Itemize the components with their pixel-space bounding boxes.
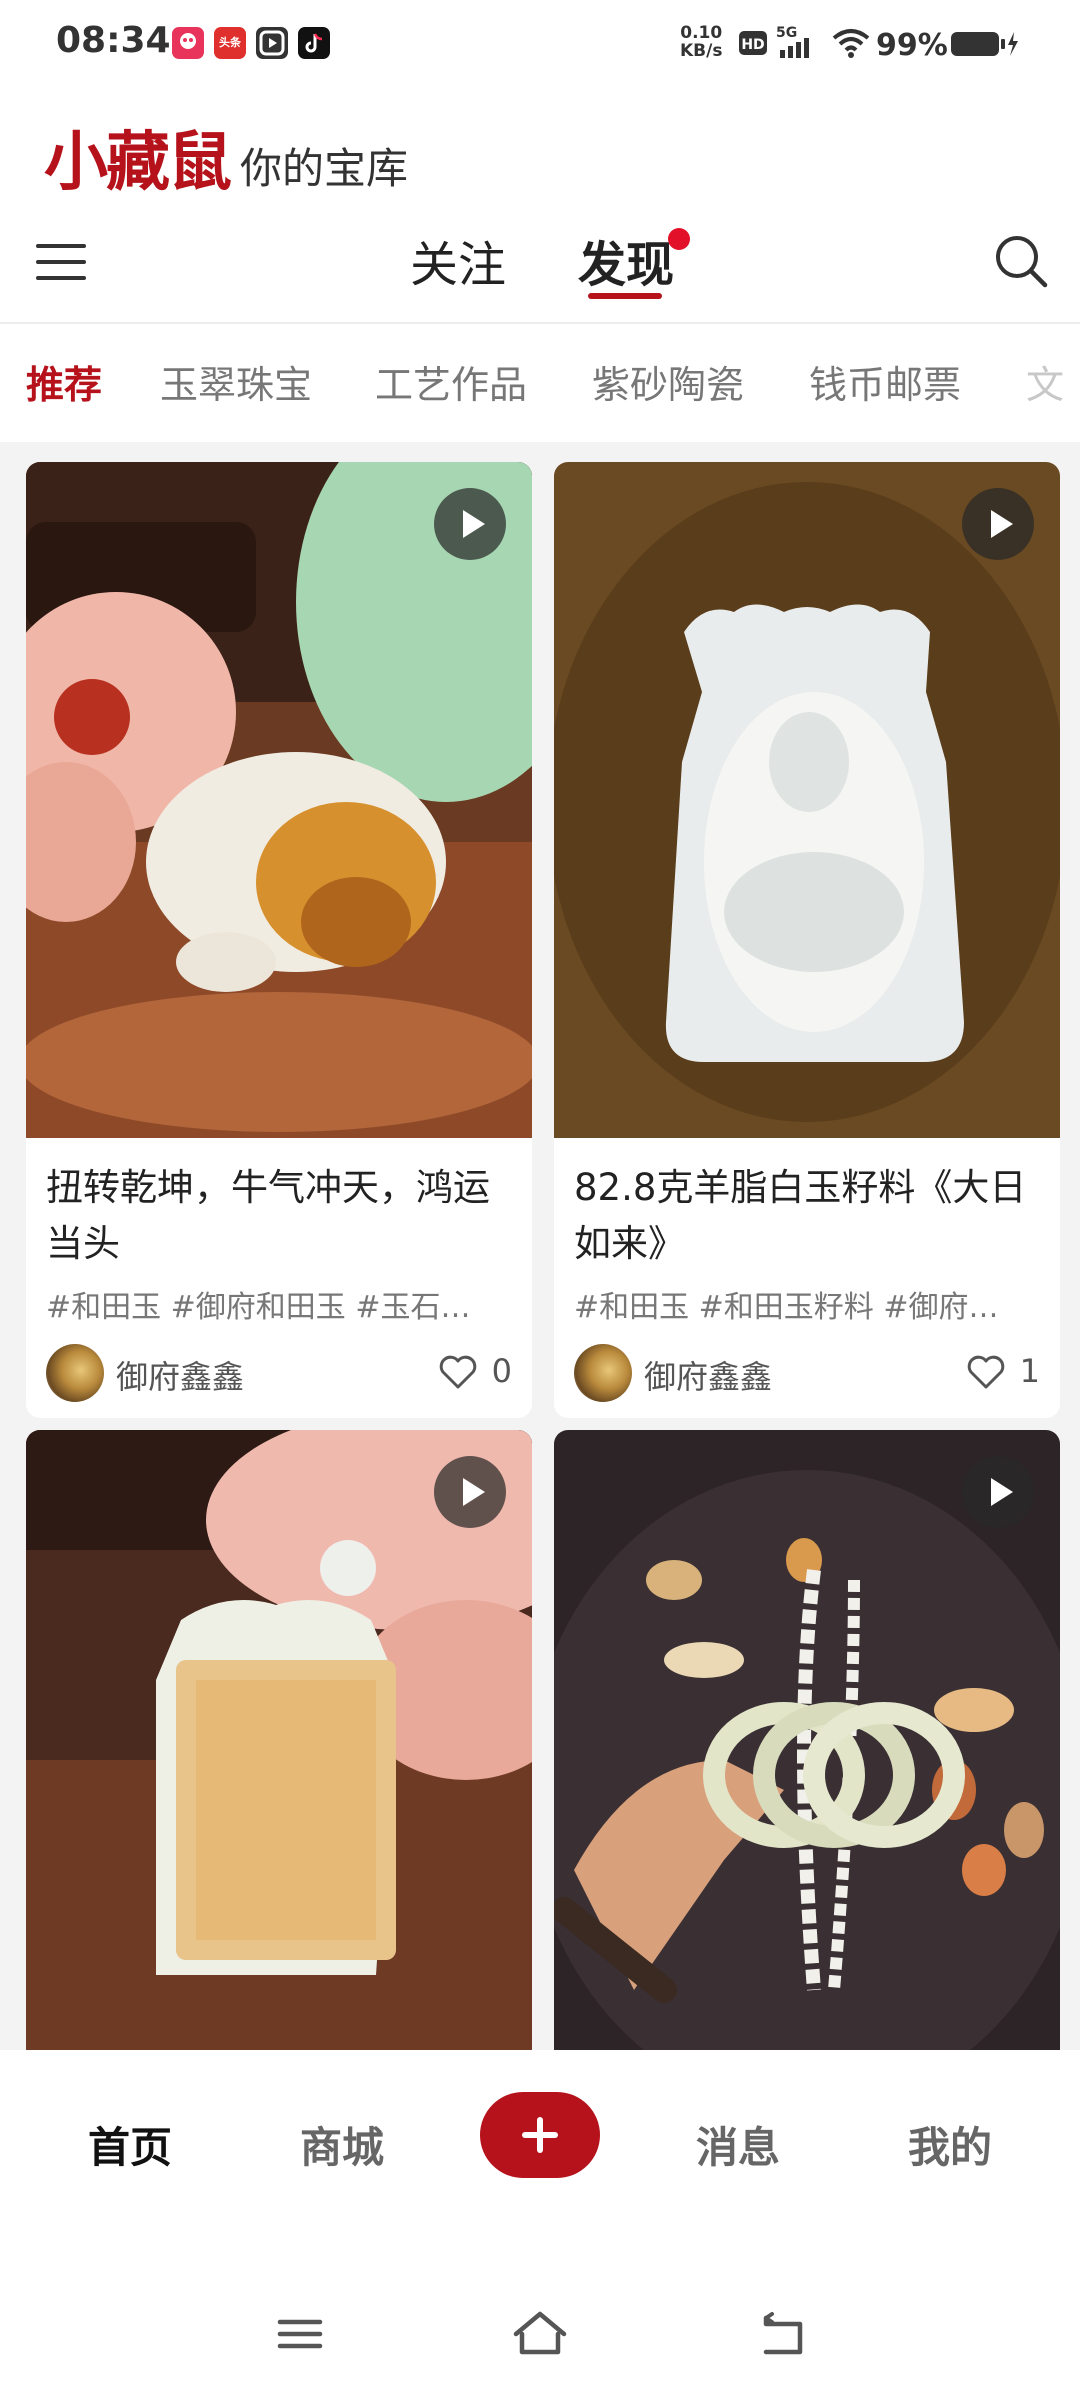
category-tab-ceramics[interactable]: 紫砂陶瓷 <box>592 354 744 409</box>
bottom-nav-messages[interactable]: 消息 <box>696 2114 780 2175</box>
brand-logo: 小藏鼠 <box>44 125 232 200</box>
battery-percent: 99% <box>876 28 948 63</box>
card-thumbnail[interactable] <box>26 462 532 1138</box>
bottom-nav-profile[interactable]: 我的 <box>908 2114 992 2175</box>
card-thumbnail[interactable] <box>26 1430 532 2050</box>
brand-slogan: 你的宝库 <box>240 144 409 193</box>
svg-text:HD: HD <box>741 37 764 53</box>
heart-icon[interactable] <box>438 1354 478 1390</box>
bottom-nav-mall[interactable]: 商城 <box>300 2114 384 2175</box>
card-title[interactable]: 82.8克羊脂白玉籽料《大日如来》 <box>574 1160 1040 1272</box>
system-nav-bar <box>0 2280 1080 2404</box>
card-tags[interactable]: #和田玉 #和田玉籽料 #御府… <box>574 1282 1040 1326</box>
add-post-button[interactable] <box>480 2092 600 2178</box>
toutiao-icon: 头条 <box>214 27 246 59</box>
card-thumbnail[interactable] <box>554 462 1060 1138</box>
home-icon[interactable] <box>510 2304 570 2364</box>
status-bar: 08:34 头条 0.10 KB/s HD 5G 99% <box>0 0 1080 90</box>
wifi-icon <box>832 29 870 58</box>
play-icon[interactable] <box>962 488 1034 560</box>
card-title[interactable]: 扭转乾坤，牛气冲天，鸿运当头 <box>46 1160 512 1272</box>
battery-icon <box>951 32 1018 56</box>
app-icon-pink <box>172 27 204 59</box>
category-tab-recommend[interactable]: 推荐 <box>26 354 102 409</box>
bottom-nav-home[interactable]: 首页 <box>88 2114 172 2175</box>
tab-follow[interactable]: 关注 <box>410 225 506 295</box>
heart-icon[interactable] <box>966 1354 1006 1390</box>
card-tags[interactable]: #和田玉 #御府和田玉 #玉石… <box>46 1282 512 1326</box>
hamburger-menu-icon[interactable] <box>36 240 88 284</box>
back-icon[interactable] <box>752 2304 812 2364</box>
card-meta: 御府鑫鑫 0 <box>46 1334 512 1418</box>
jade-ox-pendant-image <box>26 462 532 1138</box>
svg-text:5G: 5G <box>776 25 797 41</box>
category-tabs: 推荐 玉翠珠宝 工艺作品 紫砂陶瓷 钱币邮票 文 <box>0 324 1080 442</box>
feed-card[interactable] <box>26 1430 532 2050</box>
signal-5g-icon: 5G <box>776 25 809 58</box>
feed-card[interactable]: 扭转乾坤，牛气冲天，鸿运当头 #和田玉 #御府和田玉 #玉石… 御府鑫鑫 0 <box>26 462 532 1418</box>
status-time: 08:34 <box>56 20 171 61</box>
net-speed: 0.10 KB/s <box>680 23 723 61</box>
category-tab-jade-jewelry[interactable]: 玉翠珠宝 <box>160 354 312 409</box>
category-tab-crafts[interactable]: 工艺作品 <box>375 354 527 409</box>
avatar[interactable] <box>46 1344 104 1402</box>
like-count: 1 <box>1019 1352 1040 1390</box>
play-icon[interactable] <box>434 1456 506 1528</box>
card-thumbnail[interactable] <box>554 1430 1060 2050</box>
like-count: 0 <box>491 1352 512 1390</box>
recent-apps-icon[interactable] <box>270 2304 330 2364</box>
feed-card[interactable] <box>554 1430 1060 2050</box>
bottom-nav: 首页 商城 消息 我的 <box>0 2050 1080 2280</box>
avatar[interactable] <box>574 1344 632 1402</box>
category-tab-more[interactable]: 文 <box>1026 354 1064 409</box>
active-tab-indicator <box>588 293 662 299</box>
hd-icon: HD <box>739 31 767 55</box>
tiktok-icon <box>298 27 330 59</box>
content-feed[interactable]: 扭转乾坤，牛气冲天，鸿运当头 #和田玉 #御府和田玉 #玉石… 御府鑫鑫 0 8… <box>0 442 1080 2050</box>
card-meta: 御府鑫鑫 1 <box>574 1334 1040 1418</box>
search-icon[interactable] <box>994 234 1048 288</box>
brand-header: 小藏鼠 你的宝库 <box>44 118 408 198</box>
author-name[interactable]: 御府鑫鑫 <box>116 1352 244 1398</box>
play-icon[interactable] <box>434 488 506 560</box>
feed-card[interactable]: 82.8克羊脂白玉籽料《大日如来》 #和田玉 #和田玉籽料 #御府… 御府鑫鑫 … <box>554 462 1060 1418</box>
tab-discover[interactable]: 发现 <box>578 225 674 295</box>
notification-dot <box>668 228 690 250</box>
author-name[interactable]: 御府鑫鑫 <box>644 1352 772 1398</box>
white-jade-buddha-image <box>554 462 1060 1138</box>
play-icon[interactable] <box>962 1456 1034 1528</box>
category-tab-coins-stamps[interactable]: 钱币邮票 <box>809 354 961 409</box>
video-icon <box>256 27 288 59</box>
